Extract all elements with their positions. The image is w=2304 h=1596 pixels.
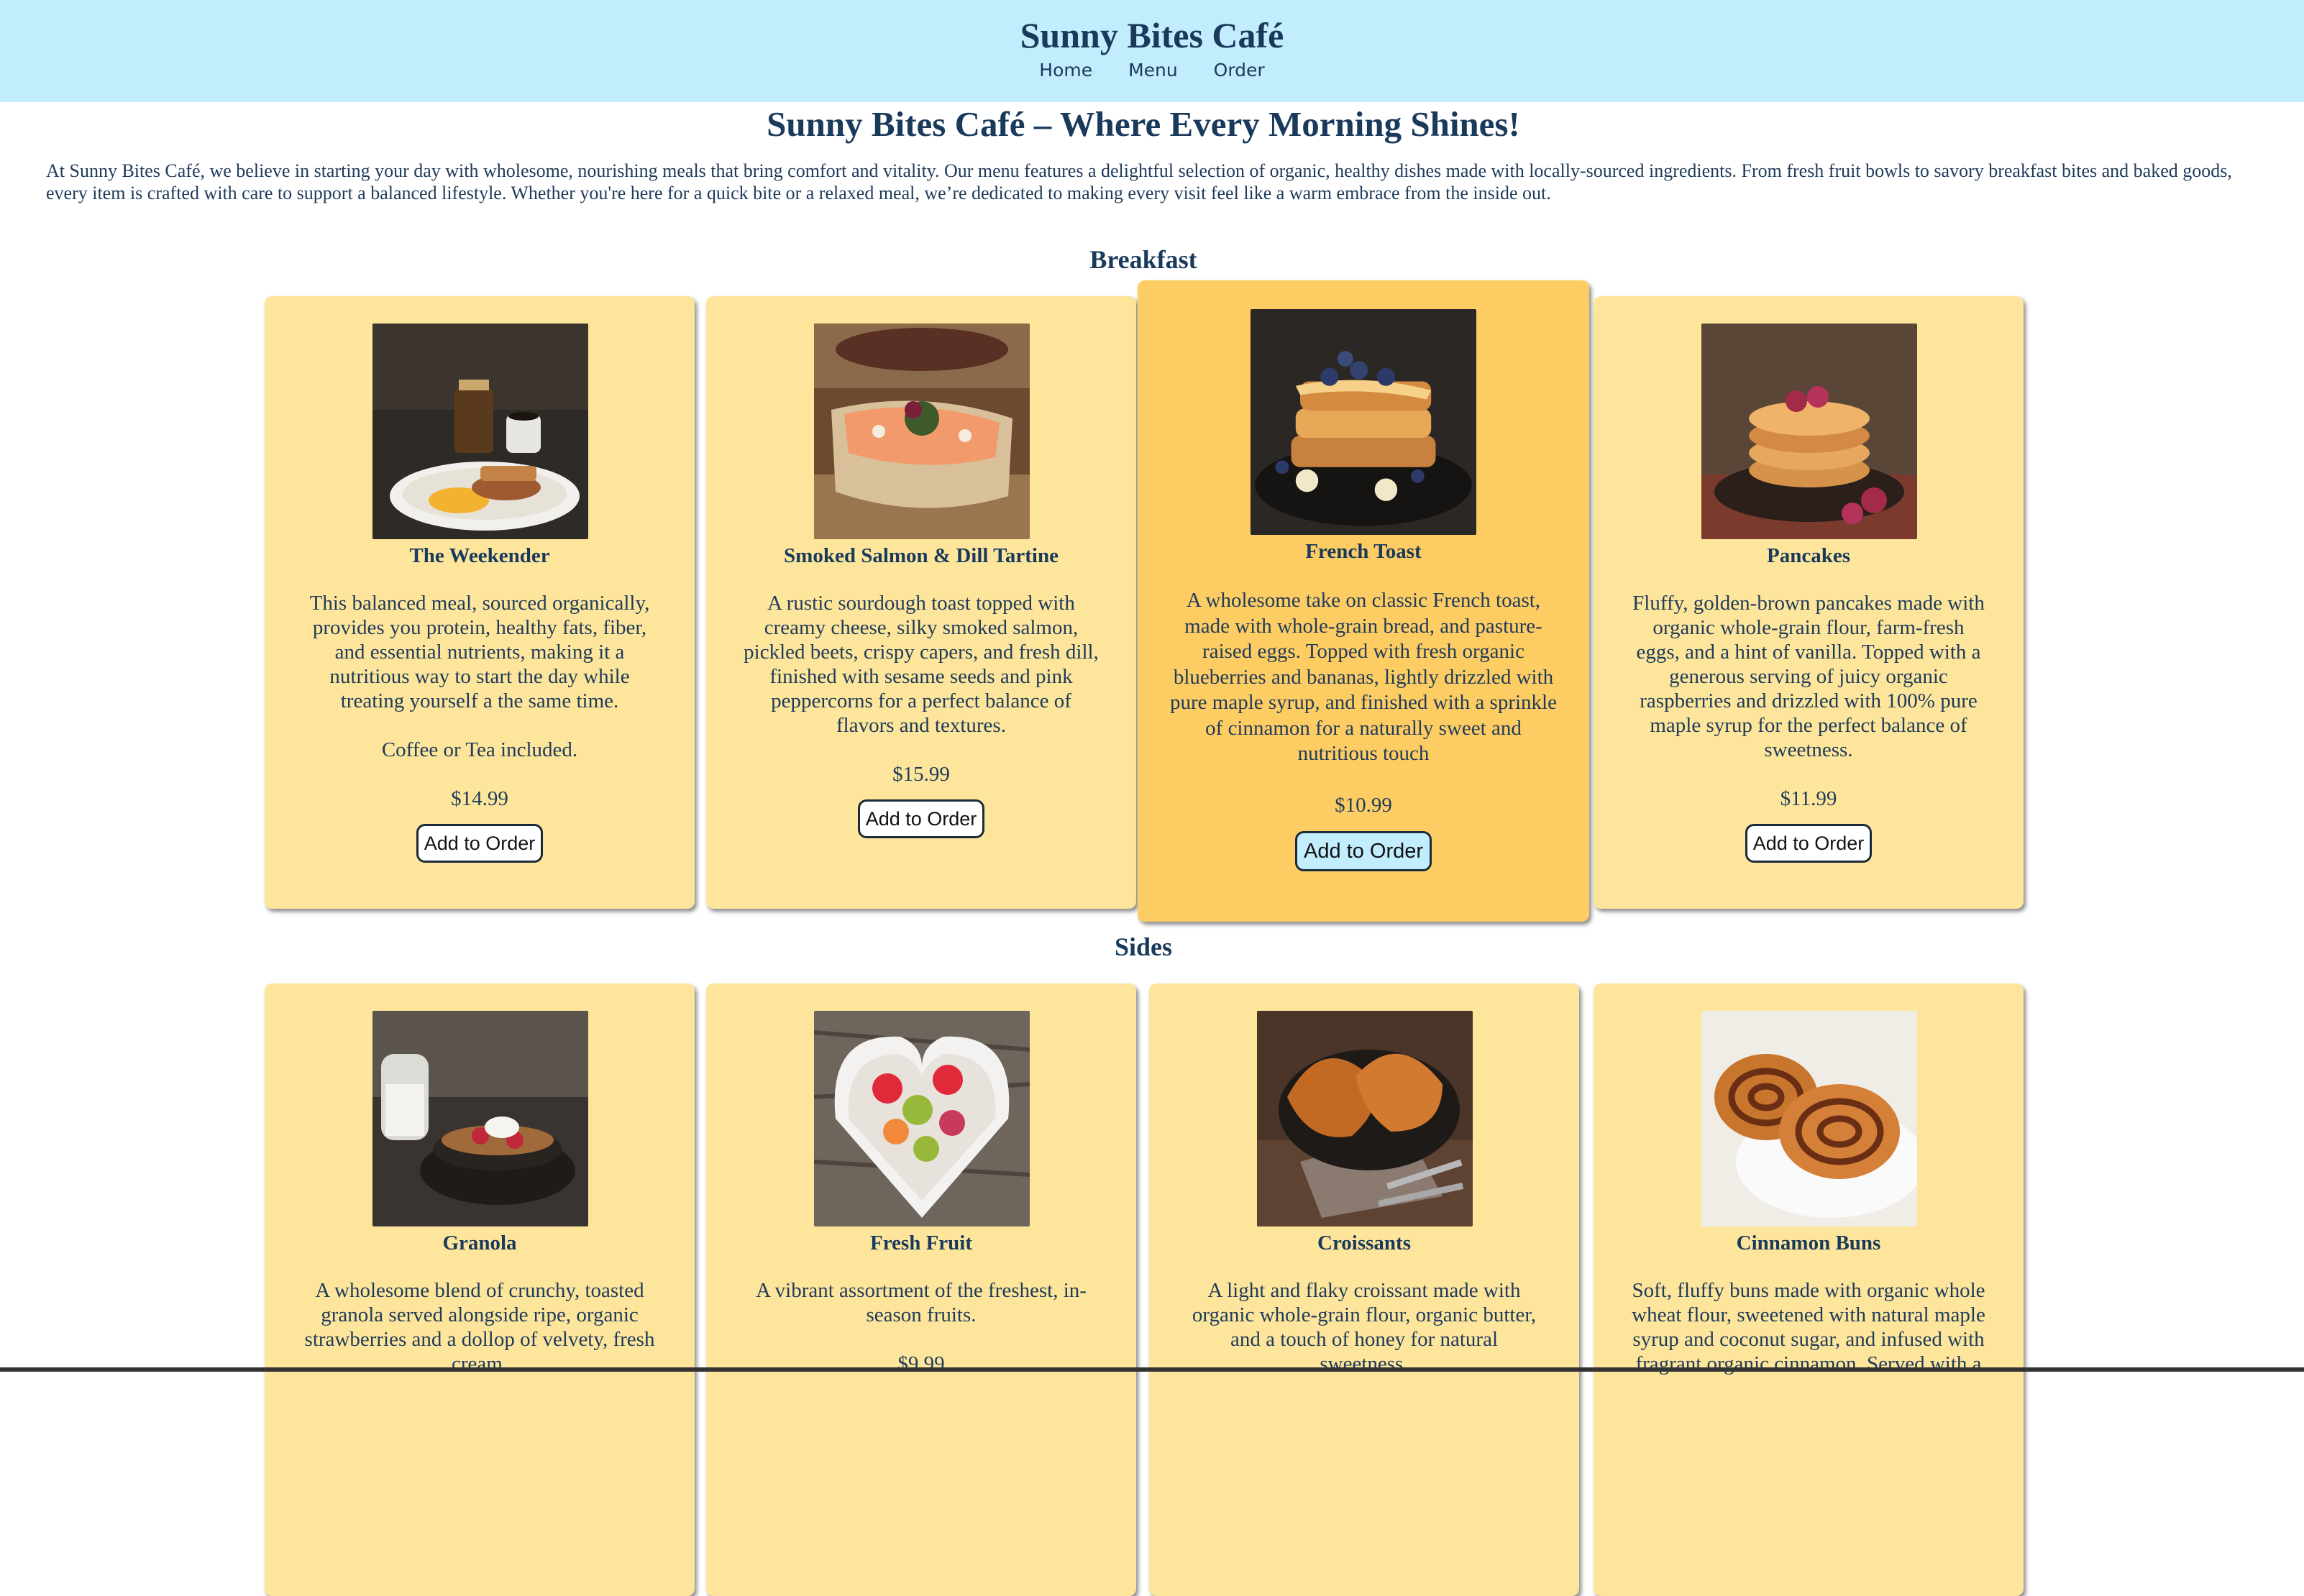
card-content: A vibrant assortment of the freshest, in… xyxy=(742,1278,1100,1389)
menu-card-croissants: Croissants A light and flaky croissant m… xyxy=(1149,983,1579,1596)
card-price: $15.99 xyxy=(892,763,950,786)
menu-card-granola: Granola A wholesome blend of crunchy, to… xyxy=(265,983,695,1596)
menu-card-cinnamon-buns: Cinnamon Buns Soft, fluffy buns made wit… xyxy=(1594,983,2024,1596)
menu-card-the-weekender: The Weekender This balanced meal, source… xyxy=(265,296,695,909)
card-description: A light and flaky croissant made with or… xyxy=(1192,1279,1537,1375)
add-to-order-button[interactable]: Add to Order xyxy=(1745,824,1873,863)
card-price: $11.99 xyxy=(1780,787,1837,810)
add-to-order-button[interactable]: Add to Order xyxy=(857,799,985,838)
cinnamon-buns-photo xyxy=(1701,1011,1917,1226)
add-to-order-button[interactable]: Add to Order xyxy=(416,824,544,863)
card-content: A wholesome take on classic French toast… xyxy=(1166,588,1560,871)
pancakes-photo xyxy=(1701,324,1917,539)
card-content: A rustic sourdough toast topped with cre… xyxy=(742,591,1100,838)
card-title: Granola xyxy=(442,1232,517,1255)
card-title: Croissants xyxy=(1317,1232,1411,1255)
card-title: Smoked Salmon & Dill Tartine xyxy=(784,544,1059,567)
card-description: Soft, fluffy buns made with organic whol… xyxy=(1632,1279,1985,1375)
card-title: Cinnamon Buns xyxy=(1736,1232,1881,1255)
section-heading-sides: Sides xyxy=(1114,932,1173,961)
granola-bowl-photo xyxy=(372,1011,588,1226)
menu-card-smoked-salmon: Smoked Salmon & Dill Tartine A rustic so… xyxy=(706,296,1136,909)
card-title: Pancakes xyxy=(1767,544,1850,567)
menu-card-french-toast: French Toast A wholesome take on classic… xyxy=(1138,280,1589,922)
card-content: Soft, fluffy buns made with organic whol… xyxy=(1629,1278,1988,1400)
card-title: Fresh Fruit xyxy=(869,1232,973,1255)
main-nav: Home Menu Order xyxy=(0,58,2304,83)
croissants-photo xyxy=(1257,1011,1473,1226)
nav-order-link[interactable]: Order xyxy=(1214,58,1265,83)
card-price: $10.99 xyxy=(1335,793,1392,817)
salmon-toast-photo xyxy=(814,324,1030,539)
breakfast-plate-photo xyxy=(372,324,588,539)
card-title: French Toast xyxy=(1305,540,1422,563)
site-header: Sunny Bites Café Home Menu Order xyxy=(0,0,2304,102)
card-price: $14.99 xyxy=(451,787,508,810)
page-title: Sunny Bites Café – Where Every Morning S… xyxy=(767,104,1520,144)
card-content: Fluffy, golden-brown pancakes made with … xyxy=(1629,591,1988,863)
menu-card-fresh-fruit: Fresh Fruit A vibrant assortment of the … xyxy=(706,983,1136,1596)
nav-menu-link[interactable]: Menu xyxy=(1128,58,1178,83)
card-price: $9.99 xyxy=(897,1352,945,1375)
card-description: This balanced meal, sourced organically,… xyxy=(309,592,650,712)
site-title: Sunny Bites Café xyxy=(1020,15,1284,55)
french-toast-photo xyxy=(1251,309,1476,535)
menu-card-pancakes: Pancakes Fluffy, golden-brown pancakes m… xyxy=(1594,296,2024,909)
card-description: A vibrant assortment of the freshest, in… xyxy=(756,1279,1087,1326)
card-description: A rustic sourdough toast topped with cre… xyxy=(744,592,1099,737)
window-bottom-edge xyxy=(0,1367,2304,1372)
card-content: A wholesome blend of crunchy, toasted gr… xyxy=(301,1278,659,1400)
section-heading-breakfast: Breakfast xyxy=(1089,245,1197,274)
card-title: The Weekender xyxy=(409,544,550,567)
card-content: This balanced meal, sourced organically,… xyxy=(301,591,659,863)
nav-home-link[interactable]: Home xyxy=(1039,58,1092,83)
fruit-bowl-photo xyxy=(814,1011,1030,1226)
card-description: A wholesome blend of crunchy, toasted gr… xyxy=(304,1279,655,1375)
card-description: A wholesome take on classic French toast… xyxy=(1170,589,1557,765)
card-note: Coffee or Tea included. xyxy=(381,738,578,761)
add-to-order-button[interactable]: Add to Order xyxy=(1294,831,1432,871)
card-description: Fluffy, golden-brown pancakes made with … xyxy=(1632,592,1985,761)
card-content: A light and flaky croissant made with or… xyxy=(1185,1278,1543,1400)
intro-paragraph: At Sunny Bites Café, we believe in start… xyxy=(46,160,2232,203)
